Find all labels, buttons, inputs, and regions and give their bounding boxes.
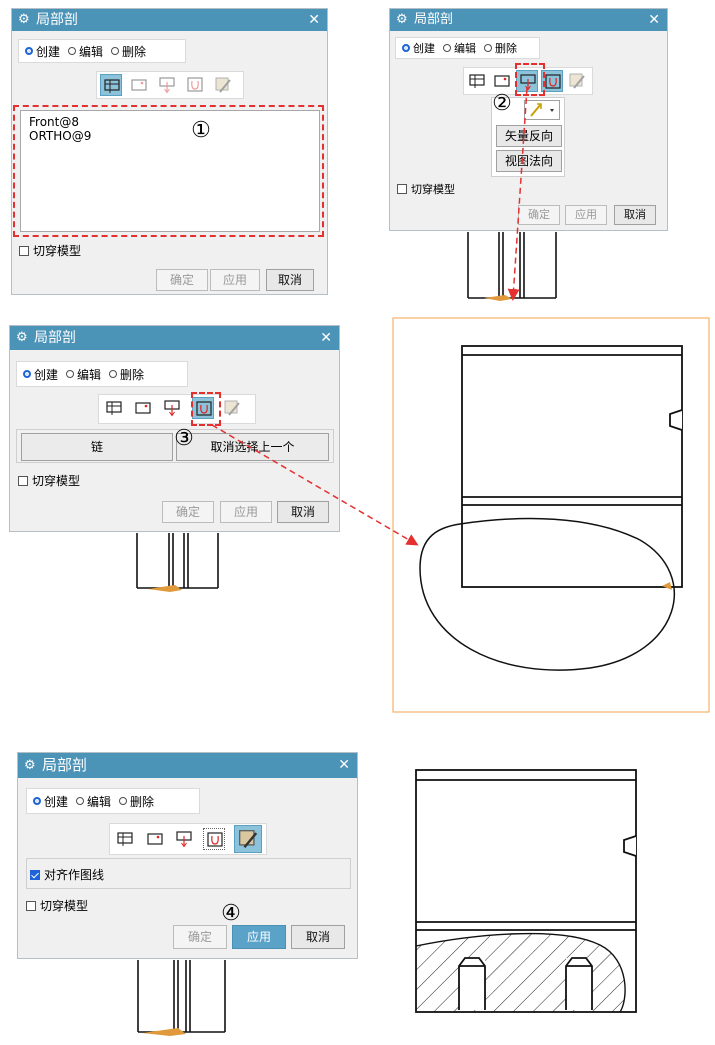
section-view [415, 769, 637, 1013]
view-frame [392, 317, 710, 713]
part-stub-step2 [467, 232, 557, 299]
point-marker [662, 582, 672, 590]
drawing-canvas [136, 87, 710, 1036]
arrow-to-spline [211, 424, 419, 546]
part-stub-step4 [137, 960, 226, 1033]
part-stub-step3 [136, 533, 219, 589]
boundary-spline [419, 517, 676, 671]
front-view-outline [461, 345, 683, 588]
point-marker [148, 585, 182, 592]
point-marker [484, 295, 512, 301]
